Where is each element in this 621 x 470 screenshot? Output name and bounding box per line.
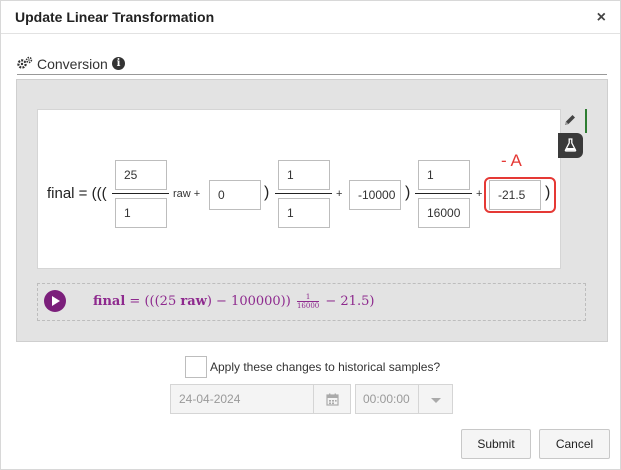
- calendar-icon: [326, 393, 339, 406]
- section-label: Conversion: [37, 56, 108, 72]
- chevron-down-icon[interactable]: [419, 384, 453, 414]
- highlight-callout: [484, 177, 556, 213]
- numerator-1-input[interactable]: 25: [115, 160, 167, 190]
- preview-tail: − 21.5): [325, 294, 375, 309]
- conversion-section-header: Conversion i: [17, 55, 607, 75]
- preview-body-start: (((25: [144, 294, 177, 309]
- flask-glyph: [564, 138, 577, 152]
- denominator-2-input[interactable]: 1: [278, 198, 330, 228]
- time-input[interactable]: 00:00:00: [355, 384, 419, 414]
- plus-sign-2: +: [476, 188, 483, 200]
- numerator-2-input[interactable]: 1: [278, 160, 330, 190]
- dialog-title: Update Linear Transformation: [15, 9, 215, 25]
- annotation-label: - A: [501, 151, 522, 170]
- preview-frac-num: 1: [296, 293, 320, 302]
- preview-raw: raw: [180, 294, 207, 309]
- update-linear-transformation-dialog: Update Linear Transformation × Conversio…: [0, 0, 621, 470]
- pencil-icon[interactable]: [562, 112, 578, 128]
- close-paren-2: ): [405, 184, 411, 201]
- cancel-button[interactable]: Cancel: [539, 429, 610, 459]
- rendered-formula: final = (((25 raw) − 100000)) 1 16000 − …: [93, 293, 374, 310]
- fraction-bar-2: [275, 193, 332, 194]
- gears-icon: [17, 56, 33, 69]
- info-circle-icon[interactable]: i: [112, 57, 125, 70]
- play-icon[interactable]: [44, 290, 66, 312]
- close-icon[interactable]: ×: [597, 10, 606, 26]
- formula-prefix: final = (((: [47, 185, 107, 202]
- flask-icon[interactable]: [558, 133, 583, 158]
- numerator-3-input[interactable]: 1: [418, 160, 470, 190]
- fraction-bar-1: [112, 193, 169, 194]
- preview-fraction: 1 16000: [296, 293, 320, 310]
- apply-history-checkbox[interactable]: [185, 356, 207, 378]
- offset-2-input[interactable]: -10000: [349, 180, 401, 210]
- plus-sign-1: +: [336, 188, 343, 200]
- raw-label: raw +: [173, 188, 201, 200]
- fraction-bar-3: [415, 193, 472, 194]
- preview-lhs: final: [93, 294, 126, 309]
- date-input[interactable]: 24-04-2024: [170, 384, 314, 414]
- preview-frac-den: 16000: [296, 302, 320, 310]
- denominator-3-input[interactable]: 16000: [418, 198, 470, 228]
- apply-history-label: Apply these changes to historical sample…: [210, 360, 441, 374]
- preview-equals: =: [129, 294, 141, 309]
- calendar-button[interactable]: [314, 384, 351, 414]
- denominator-1-input[interactable]: 1: [115, 198, 167, 228]
- offset-1-input[interactable]: 0: [209, 180, 261, 210]
- close-paren-1: ): [264, 184, 270, 201]
- active-indicator: [585, 109, 587, 133]
- preview-body-mid: ) − 100000)): [206, 294, 291, 309]
- submit-button[interactable]: Submit: [461, 429, 531, 459]
- title-divider: [1, 33, 620, 34]
